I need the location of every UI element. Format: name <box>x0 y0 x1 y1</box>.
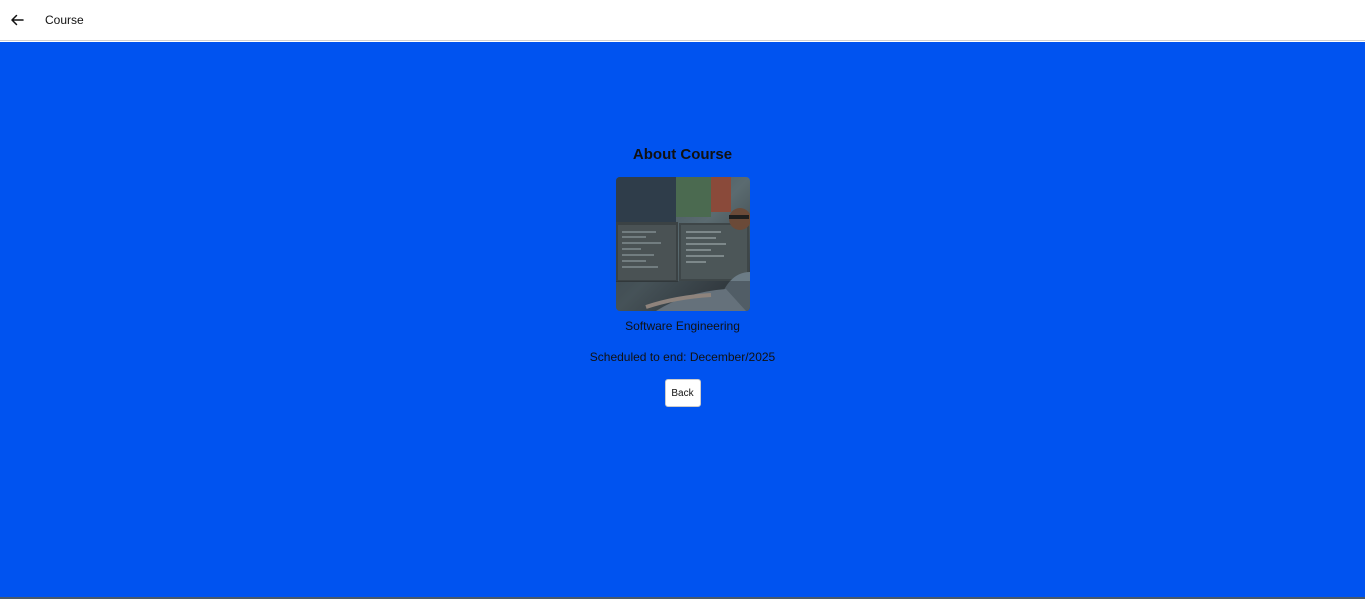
course-thumbnail-image <box>615 177 750 311</box>
app-header: Course <box>0 0 1365 41</box>
about-course-heading: About Course <box>632 146 733 163</box>
schedule-end-text: Scheduled to end: December/2025 <box>589 350 776 364</box>
back-button[interactable]: Back <box>664 379 701 407</box>
back-navigation-button[interactable] <box>0 0 34 41</box>
arrow-left-icon <box>11 14 24 26</box>
course-details-panel: About Course Software Engineering Schedu… <box>0 144 1365 407</box>
page-title: Course <box>45 13 84 27</box>
course-name: Software Engineering <box>625 319 740 333</box>
